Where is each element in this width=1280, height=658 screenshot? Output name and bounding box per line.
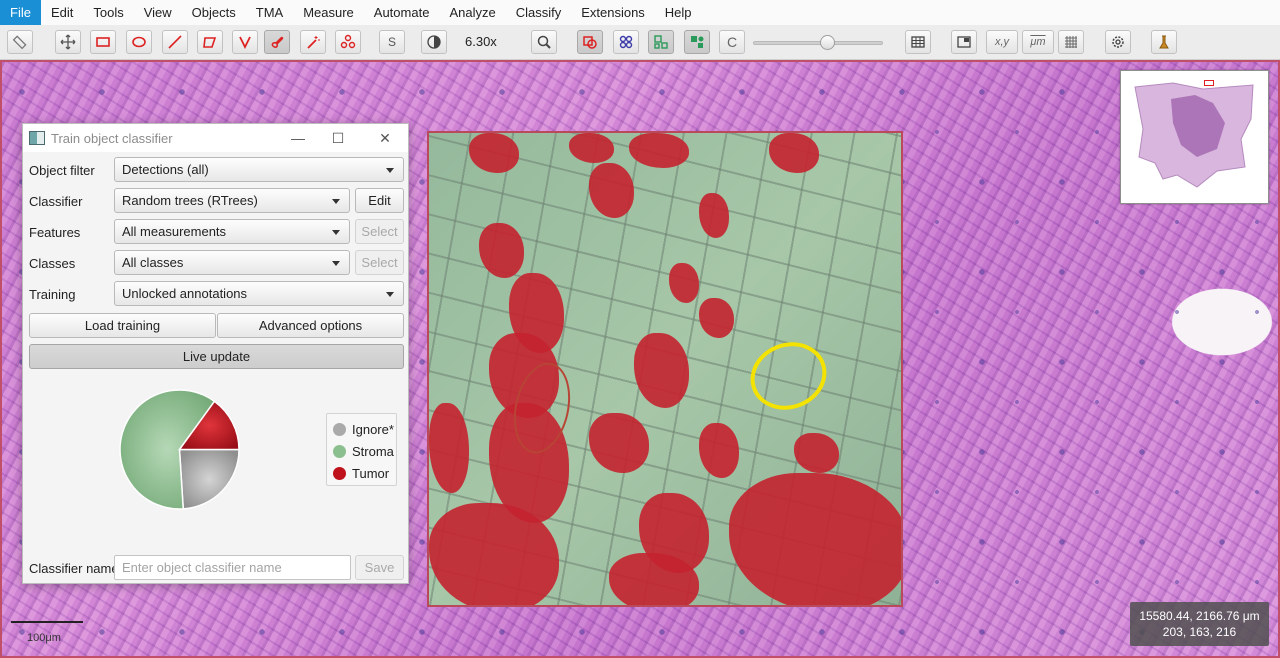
app-icon	[29, 131, 45, 145]
scale-bar-label: 100μm	[27, 632, 61, 644]
class-distribution-pie-chart	[119, 389, 240, 510]
zoom-to-fit-icon[interactable]	[531, 30, 557, 54]
object-filter-combo[interactable]: Detections (all)	[114, 157, 404, 182]
menu-tma[interactable]: TMA	[246, 0, 293, 25]
polygon-icon[interactable]	[197, 30, 223, 54]
move-icon[interactable]	[55, 30, 81, 54]
brush-icon[interactable]	[264, 30, 290, 54]
maximize-icon[interactable]: ☐	[328, 128, 348, 148]
advanced-options-button[interactable]: Advanced options	[217, 313, 404, 338]
chevron-down-icon	[386, 292, 394, 297]
show-overview-icon[interactable]	[951, 30, 977, 54]
show-location-icon[interactable]: x,y	[986, 30, 1018, 54]
ruler-icon[interactable]	[7, 30, 33, 54]
show-tma-grid-icon[interactable]	[613, 30, 639, 54]
menu-automate[interactable]: Automate	[364, 0, 440, 25]
polyline-icon[interactable]	[232, 30, 258, 54]
menu-file[interactable]: File	[0, 0, 41, 25]
selection-mode-icon[interactable]: S	[379, 30, 405, 54]
menu-help[interactable]: Help	[655, 0, 702, 25]
line-icon[interactable]	[162, 30, 188, 54]
training-combo[interactable]: Unlocked annotations	[114, 281, 404, 306]
menu-extensions[interactable]: Extensions	[571, 0, 655, 25]
save-classifier-button[interactable]: Save	[355, 555, 404, 580]
classifier-name-input[interactable]	[114, 555, 351, 580]
rectangle-icon[interactable]	[90, 30, 116, 54]
menu-analyze[interactable]: Analyze	[439, 0, 505, 25]
scale-bar	[11, 621, 83, 623]
train-object-classifier-dialog: Train object classifier — ☐ ✕ Object fil…	[22, 123, 409, 584]
menu-classify[interactable]: Classify	[506, 0, 572, 25]
menu-objects[interactable]: Objects	[182, 0, 246, 25]
log-icon[interactable]	[1151, 30, 1177, 54]
overview-thumbnail[interactable]	[1120, 70, 1269, 204]
show-annotations-icon[interactable]	[577, 30, 603, 54]
wand-icon[interactable]	[300, 30, 326, 54]
pie-legend: Ignore* Stroma Tumor	[326, 413, 397, 486]
pie-slice-ignore	[178, 448, 240, 510]
classes-combo[interactable]: All classes	[114, 250, 350, 275]
features-label: Features	[29, 225, 81, 240]
menu-edit[interactable]: Edit	[41, 0, 83, 25]
opacity-slider-thumb[interactable]	[820, 35, 835, 50]
chevron-down-icon	[332, 261, 340, 266]
classes-label: Classes	[29, 256, 76, 271]
show-grid-icon[interactable]	[1058, 30, 1084, 54]
training-label: Training	[29, 287, 76, 302]
cursor-location-panel: 15580.44, 2166.76 μm 203, 163, 216	[1130, 602, 1269, 646]
fill-detections-icon[interactable]	[684, 30, 710, 54]
brightness-contrast-icon[interactable]	[421, 30, 447, 54]
chevron-down-icon	[386, 168, 394, 173]
live-update-toggle[interactable]: Live update	[29, 344, 404, 369]
dialog-title: Train object classifier	[51, 130, 173, 146]
menu-bar: File Edit Tools View Objects TMA Measure…	[0, 0, 1280, 25]
menu-tools[interactable]: Tools	[83, 0, 133, 25]
classifier-name-label: Classifier name	[29, 561, 119, 576]
chevron-down-icon	[332, 230, 340, 235]
ellipse-icon[interactable]	[126, 30, 152, 54]
select-classes-button[interactable]: Select	[355, 250, 404, 275]
preferences-icon[interactable]	[1105, 30, 1131, 54]
overview-tissue-icon	[1134, 82, 1254, 188]
show-detections-icon[interactable]	[648, 30, 674, 54]
legend-item-ignore: Ignore*	[333, 420, 394, 438]
edit-classifier-button[interactable]: Edit	[355, 188, 404, 213]
points-icon[interactable]	[335, 30, 361, 54]
minimize-icon[interactable]: —	[288, 128, 308, 148]
show-scalebar-icon[interactable]: μm	[1022, 30, 1054, 54]
dialog-titlebar[interactable]: Train object classifier — ☐ ✕	[23, 124, 408, 152]
toolbar: S 6.30x C x,y μm	[0, 25, 1280, 60]
legend-item-stroma: Stroma	[333, 442, 394, 460]
chevron-down-icon	[332, 199, 340, 204]
legend-item-tumor: Tumor	[333, 464, 389, 482]
pixel-rgb-values: 203, 163, 216	[1162, 625, 1237, 639]
object-filter-label: Object filter	[29, 163, 95, 178]
overview-viewport-box	[1204, 80, 1214, 86]
legend-dot	[333, 422, 346, 436]
legend-dot	[333, 444, 346, 458]
classifier-label: Classifier	[29, 194, 83, 209]
measurement-table-icon[interactable]	[905, 30, 931, 54]
load-training-button[interactable]: Load training	[29, 313, 216, 338]
cursor-coordinates: 15580.44, 2166.76 μm	[1139, 609, 1260, 623]
menu-measure[interactable]: Measure	[293, 0, 364, 25]
menu-view[interactable]: View	[134, 0, 182, 25]
classified-region	[427, 131, 903, 607]
legend-dot	[333, 466, 346, 480]
opacity-slider-track[interactable]	[753, 41, 883, 45]
classifier-combo[interactable]: Random trees (RTrees)	[114, 188, 350, 213]
zoom-level: 6.30x	[465, 34, 497, 49]
show-classification-icon[interactable]: C	[719, 30, 745, 54]
close-icon[interactable]: ✕	[375, 128, 395, 148]
select-features-button[interactable]: Select	[355, 219, 404, 244]
features-combo[interactable]: All measurements	[114, 219, 350, 244]
